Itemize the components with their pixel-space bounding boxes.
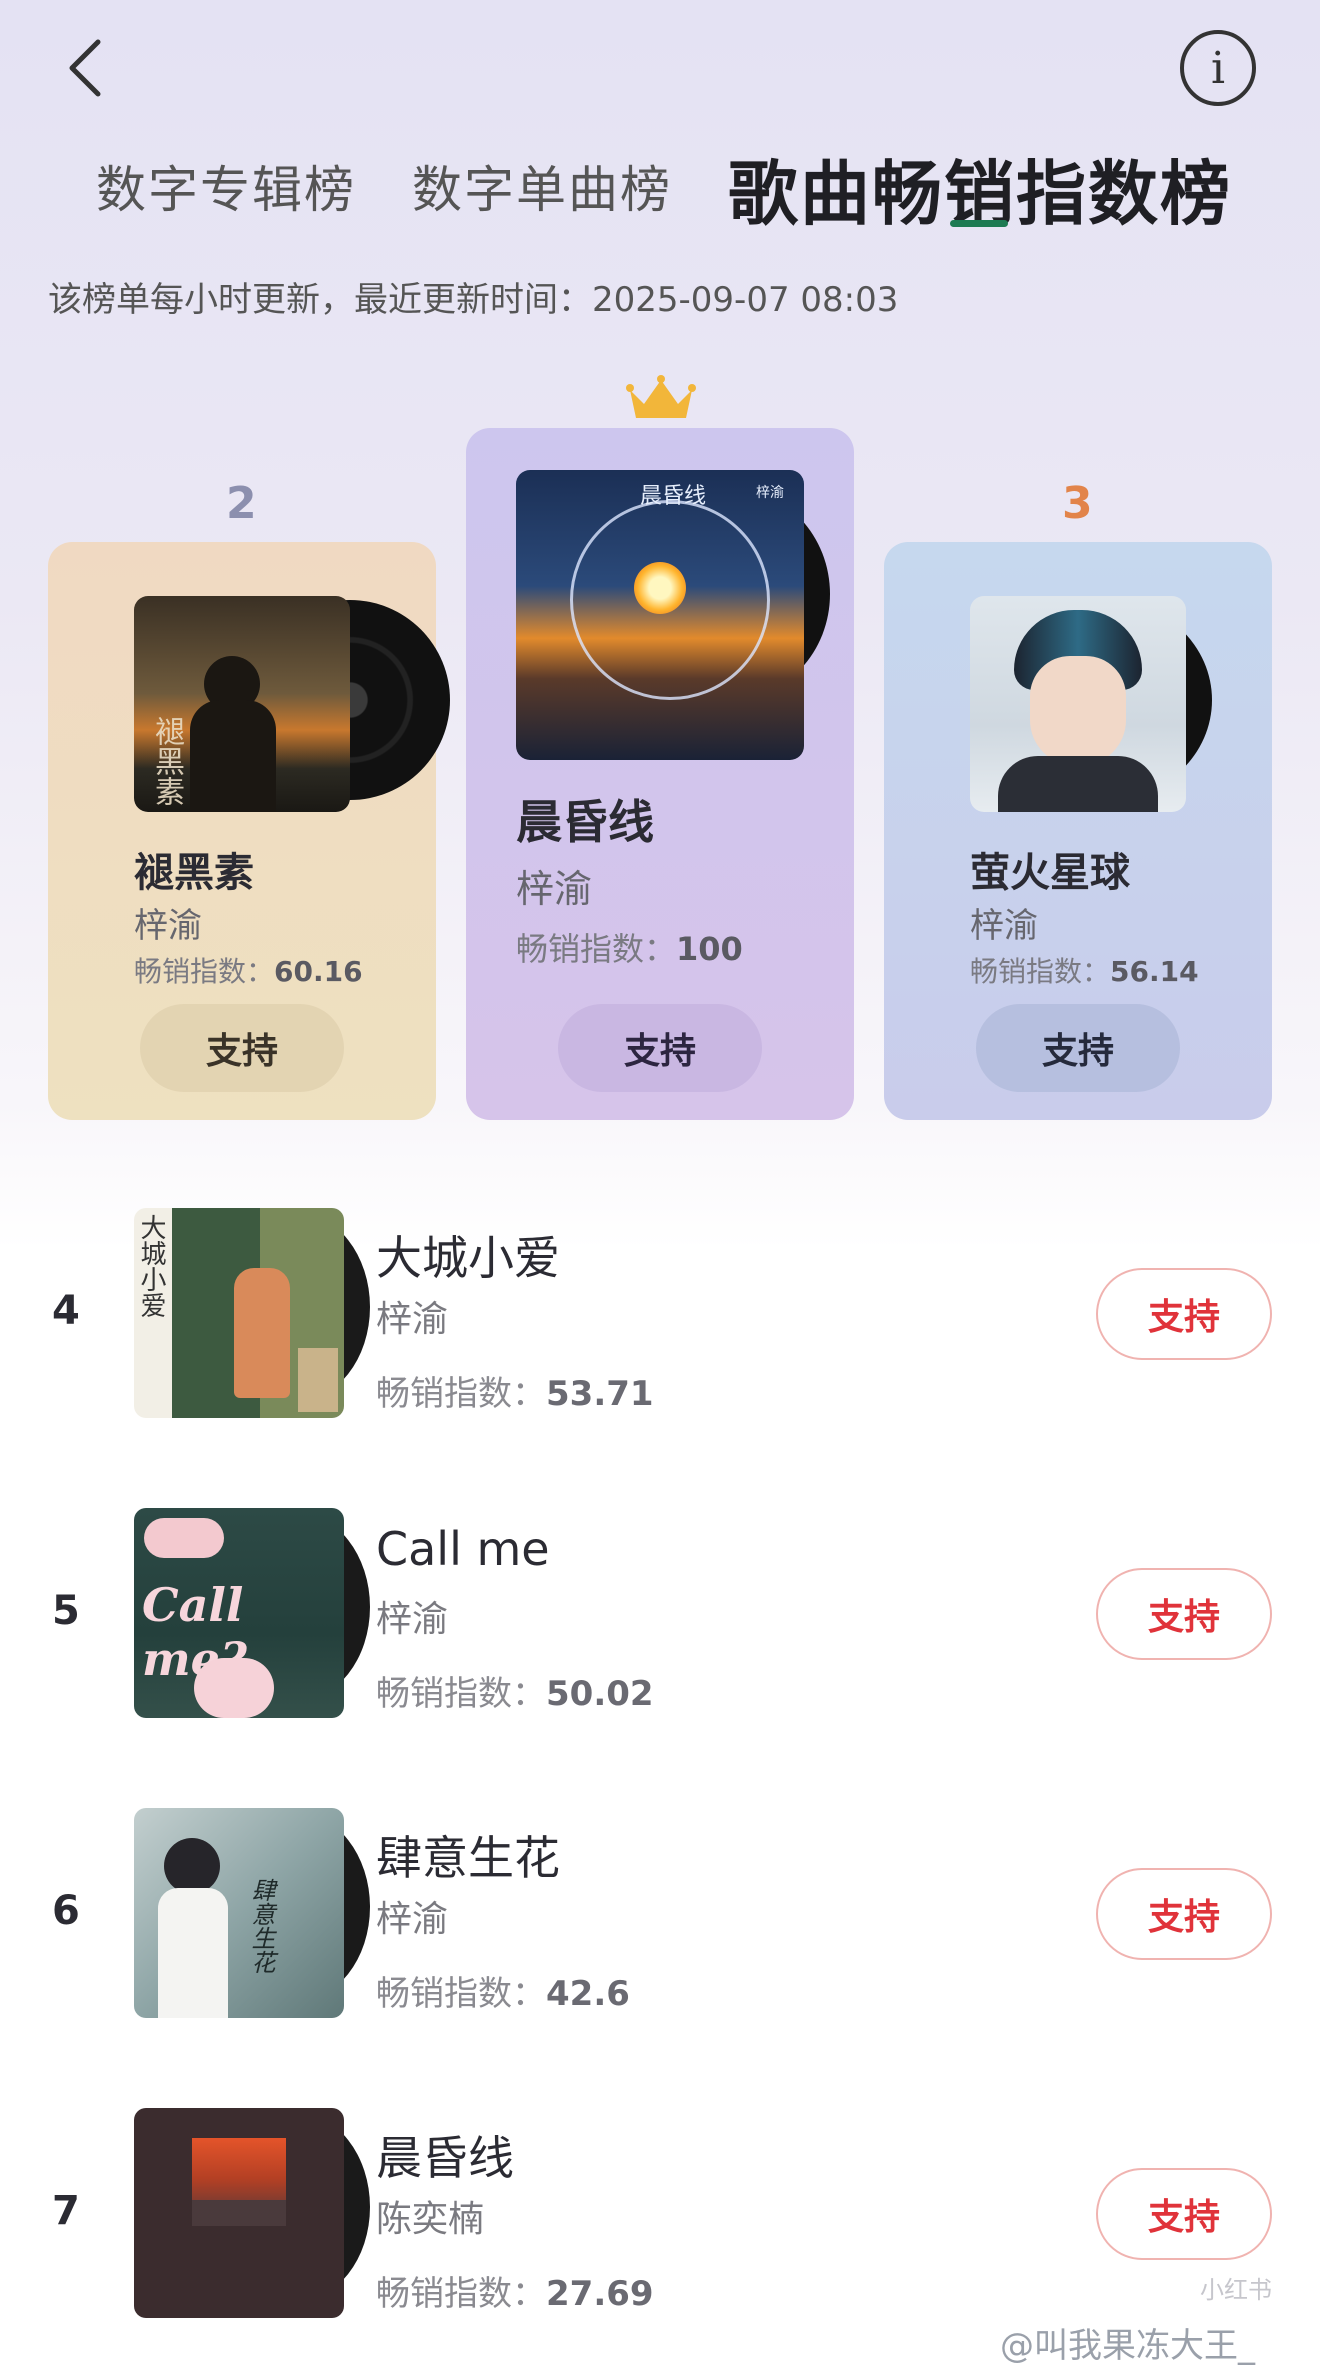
sales-index: 畅销指数：50.02 [376, 1674, 654, 1714]
song-title: Call me [376, 1522, 550, 1576]
rank-number: 5 [52, 1588, 80, 1634]
watermark-logo: 小红书 [1200, 2276, 1272, 2304]
back-icon[interactable] [58, 36, 114, 100]
artist-name: 陈奕楠 [376, 2199, 485, 2240]
podium-rank-3: 3 [1062, 478, 1093, 529]
sales-index: 畅销指数：27.69 [376, 2274, 654, 2314]
song-title: 萤火星球 [970, 850, 1130, 896]
album-cover[interactable]: Call me? [134, 1508, 344, 1718]
song-title: 褪黑素 [134, 850, 254, 896]
cover-artist: 梓渝 [756, 485, 784, 501]
sales-index: 畅销指数：60.16 [134, 955, 363, 988]
support-button[interactable]: 支持 [140, 1004, 344, 1092]
artist-name: 梓渝 [376, 1899, 449, 1940]
sales-index: 畅销指数：100 [516, 930, 743, 968]
rank-number: 4 [52, 1288, 80, 1334]
album-cover[interactable]: 晨昏线 梓渝 [516, 470, 804, 760]
sales-index: 畅销指数：53.71 [376, 1374, 654, 1414]
artist-name: 梓渝 [134, 906, 202, 946]
song-title: 大城小爱 [376, 1231, 560, 1285]
artist-name: 梓渝 [376, 1299, 449, 1340]
artist-name: 梓渝 [516, 867, 593, 911]
album-cover[interactable]: 肆意生花 [134, 1808, 344, 2018]
support-button[interactable]: 支持 [1096, 1568, 1272, 1660]
podium-rank-2: 2 [226, 478, 257, 529]
watermark: @叫我果冻大王_ [1000, 2326, 1255, 2366]
support-button[interactable]: 支持 [1096, 1868, 1272, 1960]
sales-index: 畅销指数：42.6 [376, 1974, 630, 2014]
info-icon[interactable]: i [1180, 30, 1256, 106]
tab-digital-single[interactable]: 数字单曲榜 [412, 150, 672, 222]
support-button[interactable]: 支持 [976, 1004, 1180, 1092]
cover-title: 晨昏线 [640, 484, 707, 509]
artist-name: 梓渝 [376, 1599, 449, 1640]
rank-number: 6 [52, 1888, 80, 1934]
support-button[interactable]: 支持 [1096, 1268, 1272, 1360]
album-cover[interactable] [970, 596, 1186, 812]
active-tab-indicator [950, 220, 1008, 227]
song-title: 晨昏线 [516, 795, 654, 849]
album-cover[interactable] [134, 2108, 344, 2318]
album-cover[interactable]: 大城小爱 [134, 1208, 344, 1418]
support-button[interactable]: 支持 [558, 1004, 762, 1092]
sales-index: 畅销指数：56.14 [970, 955, 1199, 988]
album-cover[interactable]: 褪黑素 [134, 596, 350, 812]
update-note: 该榜单每小时更新，最近更新时间：2025-09-07 08:03 [48, 280, 899, 320]
rank-number: 7 [52, 2188, 80, 2234]
song-title: 晨昏线 [376, 2131, 514, 2185]
cover-title: 大城小爱 [136, 1214, 166, 1318]
cover-title: 褪黑素 [149, 716, 184, 806]
cover-title: 肆意生花 [247, 1878, 275, 1974]
song-title: 肆意生花 [376, 1831, 560, 1885]
tab-digital-album[interactable]: 数字专辑榜 [96, 150, 356, 222]
support-button[interactable]: 支持 [1096, 2168, 1272, 2260]
crown-icon [626, 375, 696, 418]
artist-name: 梓渝 [970, 906, 1038, 946]
